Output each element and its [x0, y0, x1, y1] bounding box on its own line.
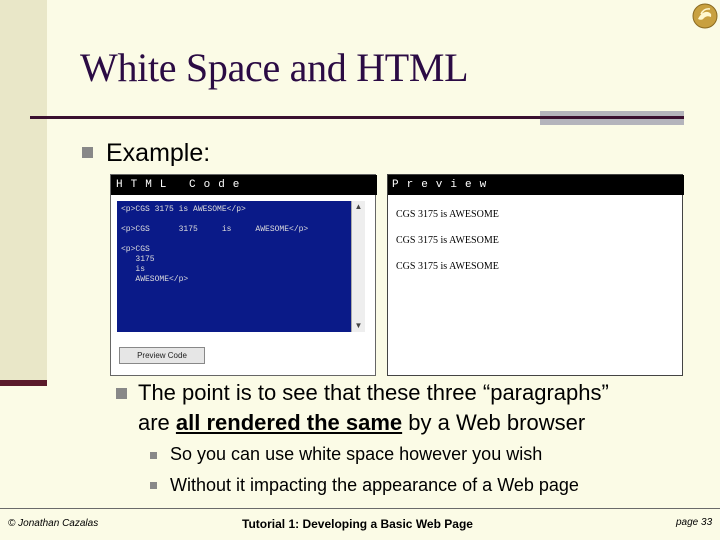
point-line-2: are all rendered the same by a Web brows…: [138, 408, 585, 438]
pegasus-logo-icon: [692, 3, 718, 29]
footer-title: Tutorial 1: Developing a Basic Web Page: [242, 517, 473, 531]
sub-point: Without it impacting the appearance of a…: [170, 475, 579, 495]
scroll-up-icon[interactable]: ▲: [354, 202, 363, 212]
point-line-1: The point is to see that these three “pa…: [138, 380, 609, 405]
example-label: Example:: [106, 139, 211, 167]
code-panel-header: HTML Code: [111, 175, 377, 195]
left-decor-bar-edge: [0, 380, 47, 386]
preview-paragraph: CGS 3175 is AWESOME: [396, 209, 499, 220]
code-textarea[interactable]: <p>CGS 3175 is AWESOME</p> <p>CGS 3175 i…: [117, 201, 351, 332]
sub-bullet-icon: [150, 452, 157, 459]
bullet-icon: [82, 147, 93, 158]
sub-bullet-icon: [150, 482, 157, 489]
code-line: <p>CGS 3175 is AWESOME</p>: [121, 225, 309, 234]
slide-title: White Space and HTML: [80, 45, 469, 90]
preview-paragraph: CGS 3175 is AWESOME: [396, 261, 499, 272]
preview-paragraph: CGS 3175 is AWESOME: [396, 235, 499, 246]
point-text: are: [138, 410, 176, 435]
bullet-icon: [116, 388, 127, 399]
sub-point: So you can use white space however you w…: [170, 444, 543, 464]
scroll-down-icon[interactable]: ▼: [354, 321, 363, 331]
footer-author: © Jonathan Cazalas: [8, 518, 99, 529]
code-scrollbar[interactable]: ▲ ▼: [351, 201, 365, 332]
code-line: <p>CGS 3175 is AWESOME</p>: [121, 205, 246, 214]
preview-code-button[interactable]: Preview Code: [119, 347, 205, 364]
code-line: 3175: [121, 255, 155, 264]
preview-panel-header: Preview: [388, 175, 684, 195]
point-text: by a Web browser: [402, 410, 586, 435]
page-number: page 33: [676, 517, 713, 528]
code-line: AWESOME</p>: [121, 275, 189, 284]
left-decor-bar: [0, 0, 47, 385]
preview-panel: Preview CGS 3175 is AWESOME CGS 3175 is …: [387, 174, 684, 376]
code-line: <p>CGS: [121, 245, 150, 254]
point-emphasis: all rendered the same: [175, 410, 403, 435]
html-code-panel: HTML Code <p>CGS 3175 is AWESOME</p> <p>…: [110, 174, 377, 376]
footer-divider: [0, 508, 720, 509]
title-rule: [30, 116, 684, 119]
code-line: is: [121, 265, 146, 274]
